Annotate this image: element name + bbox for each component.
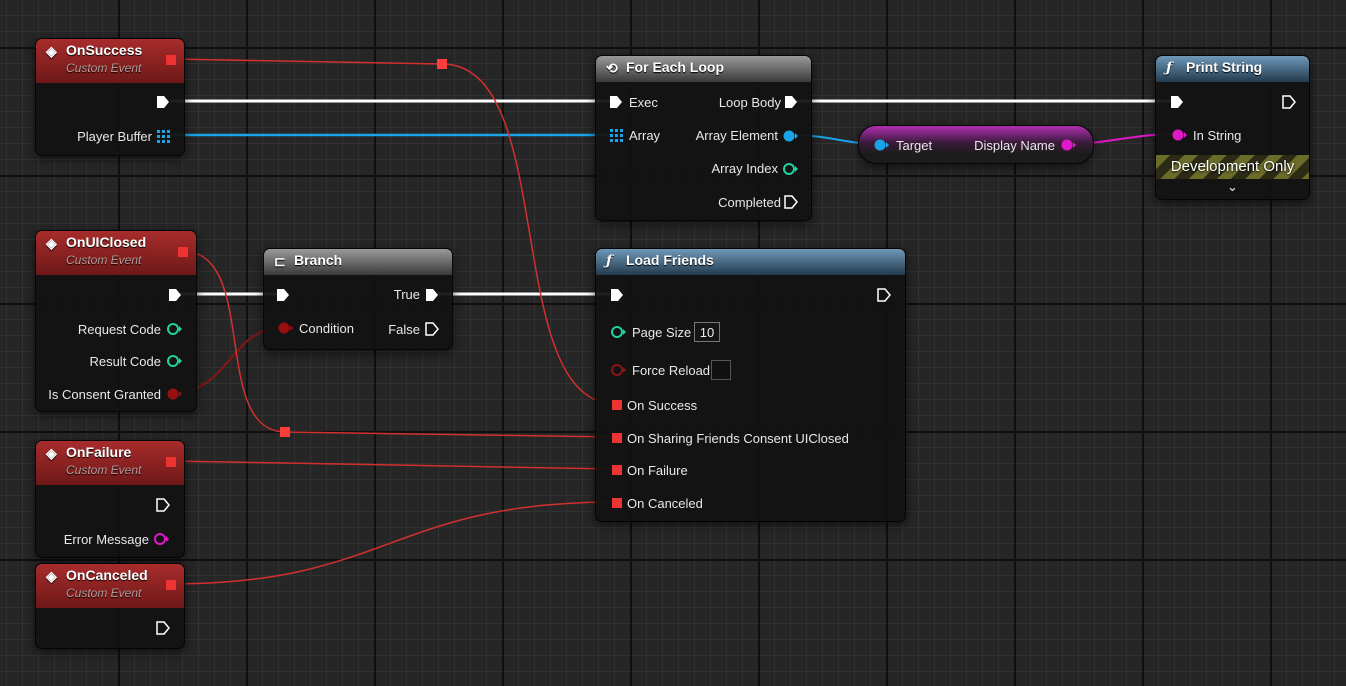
- exec-in-pin-icon[interactable]: [1170, 94, 1184, 110]
- node-print-string[interactable]: ƒ Print String In String Development Onl…: [1155, 55, 1310, 200]
- node-title: Load Friends: [626, 252, 714, 268]
- node-header: ◈ OnCanceled Custom Event: [36, 564, 184, 608]
- branch-icon: ⊏: [274, 253, 286, 269]
- delegate-pin-icon[interactable]: [612, 498, 622, 508]
- node-branch[interactable]: ⊏ Branch True Condition False: [263, 248, 453, 350]
- page-size-input[interactable]: 10: [694, 322, 720, 342]
- string-pin-icon[interactable]: [153, 532, 169, 546]
- pin-label-is-consent-granted: Is Consent Granted: [48, 387, 161, 402]
- function-f-icon: ƒ: [1166, 60, 1173, 76]
- integer-pin-icon[interactable]: [166, 354, 182, 368]
- pin-label-array-index: Array Index: [711, 161, 778, 176]
- boolean-pin-icon[interactable]: [610, 363, 626, 377]
- event-diamond-icon: ◈: [46, 568, 57, 584]
- pin-label-error-message: Error Message: [63, 532, 149, 547]
- node-header: ƒ Load Friends: [596, 249, 905, 275]
- pin-label-on-success: On Success: [627, 398, 698, 413]
- pin-label-on-canceled: On Canceled: [627, 496, 703, 511]
- integer-pin-icon[interactable]: [782, 162, 798, 176]
- exec-out-pin-icon[interactable]: [425, 287, 439, 303]
- pin-label-request-code: Request Code: [77, 322, 161, 337]
- exec-out-pin-icon[interactable]: [425, 321, 439, 337]
- exec-in-pin-icon[interactable]: [609, 94, 623, 110]
- node-for-each-loop[interactable]: ⟲ For Each Loop Exec Loop Body Array Arr…: [595, 55, 812, 221]
- loop-icon: ⟲: [606, 60, 618, 76]
- pin-label-force-reload: Force Reload: [632, 363, 711, 378]
- function-f-icon: ƒ: [606, 253, 613, 269]
- delegate-pin-icon[interactable]: [166, 55, 176, 65]
- node-subtitle: Custom Event: [66, 253, 142, 267]
- exec-out-pin-icon[interactable]: [877, 287, 891, 303]
- pin-label-array-element: Array Element: [695, 128, 778, 143]
- pin-label-false: False: [388, 322, 420, 337]
- delegate-wire-canceled: [169, 501, 617, 585]
- node-title: For Each Loop: [626, 59, 724, 75]
- pin-label-player-buffer: Player Buffer: [77, 129, 152, 144]
- pin-label-on-sharing-consent: On Sharing Friends Consent UIClosed: [627, 431, 849, 446]
- node-on-ui-closed[interactable]: ◈ OnUIClosed Custom Event Request Code R…: [35, 230, 197, 412]
- event-diamond-icon: ◈: [46, 235, 57, 251]
- exec-out-pin-icon[interactable]: [168, 287, 182, 303]
- exec-out-pin-icon[interactable]: [784, 94, 798, 110]
- reroute-knot-success: [437, 59, 447, 69]
- exec-out-pin-icon[interactable]: [156, 497, 170, 513]
- boolean-pin-icon[interactable]: [277, 321, 293, 335]
- delegate-pin-icon[interactable]: [166, 457, 176, 467]
- node-header: ⟲ For Each Loop: [596, 56, 811, 82]
- node-header: ◈ OnSuccess Custom Event: [36, 39, 184, 83]
- event-diamond-icon: ◈: [46, 445, 57, 461]
- node-title: Print String: [1186, 59, 1263, 75]
- delegate-pin-icon[interactable]: [612, 465, 622, 475]
- pin-label-on-failure: On Failure: [627, 463, 688, 478]
- node-get-display-name[interactable]: Target Display Name: [858, 125, 1094, 164]
- node-header: ƒ Print String: [1156, 56, 1309, 82]
- exec-in-pin-icon[interactable]: [610, 287, 624, 303]
- pin-label-condition: Condition: [299, 321, 354, 336]
- element-pin-icon[interactable]: [782, 129, 798, 143]
- array-pin-icon[interactable]: [610, 129, 623, 142]
- event-diamond-icon: ◈: [46, 43, 57, 59]
- pin-label-completed: Completed: [718, 195, 781, 210]
- node-header: ◈ OnFailure Custom Event: [36, 441, 184, 485]
- integer-pin-icon[interactable]: [610, 325, 626, 339]
- delegate-pin-icon[interactable]: [178, 247, 188, 257]
- pin-label-display-name: Display Name: [974, 138, 1055, 153]
- array-pin-icon[interactable]: [157, 130, 170, 143]
- reroute-knot-uiclosed: [280, 427, 290, 437]
- pin-label-target: Target: [896, 138, 933, 153]
- target-pin-icon[interactable]: [873, 138, 889, 152]
- pin-label-loop-body: Loop Body: [718, 95, 781, 110]
- pin-label-array: Array: [629, 128, 661, 143]
- pin-label-result-code: Result Code: [89, 354, 161, 369]
- node-title: OnUIClosed: [66, 234, 147, 250]
- integer-pin-icon[interactable]: [166, 322, 182, 336]
- node-load-friends[interactable]: ƒ Load Friends Page Size 10 Force Reload…: [595, 248, 906, 522]
- node-on-success[interactable]: ◈ OnSuccess Custom Event Player Buffer: [35, 38, 185, 156]
- node-header: ◈ OnUIClosed Custom Event: [36, 231, 196, 275]
- pin-label-page-size: Page Size: [632, 325, 692, 340]
- pin-label-in-string: In String: [1193, 128, 1242, 143]
- expand-chevron-icon[interactable]: ⌄: [1156, 179, 1309, 195]
- delegate-pin-icon[interactable]: [166, 580, 176, 590]
- exec-in-pin-icon[interactable]: [276, 287, 290, 303]
- node-on-canceled[interactable]: ◈ OnCanceled Custom Event: [35, 563, 185, 649]
- pin-label-true: True: [393, 287, 420, 302]
- pin-label-exec: Exec: [629, 95, 658, 110]
- delegate-pin-icon[interactable]: [612, 433, 622, 443]
- force-reload-checkbox[interactable]: [711, 360, 731, 380]
- exec-out-pin-icon[interactable]: [784, 194, 798, 210]
- delegate-wire-failure: [169, 460, 617, 470]
- string-pin-icon[interactable]: [1171, 128, 1187, 142]
- node-on-failure[interactable]: ◈ OnFailure Custom Event Error Message: [35, 440, 185, 558]
- exec-out-pin-icon[interactable]: [156, 94, 170, 110]
- string-pin-icon[interactable]: [1060, 138, 1076, 152]
- development-only-banner: Development Only: [1156, 155, 1309, 179]
- delegate-pin-icon[interactable]: [612, 400, 622, 410]
- exec-out-pin-icon[interactable]: [1282, 94, 1296, 110]
- boolean-pin-icon[interactable]: [166, 387, 182, 401]
- exec-out-pin-icon[interactable]: [156, 620, 170, 636]
- node-header: ⊏ Branch: [264, 249, 452, 275]
- node-title: Branch: [294, 252, 343, 268]
